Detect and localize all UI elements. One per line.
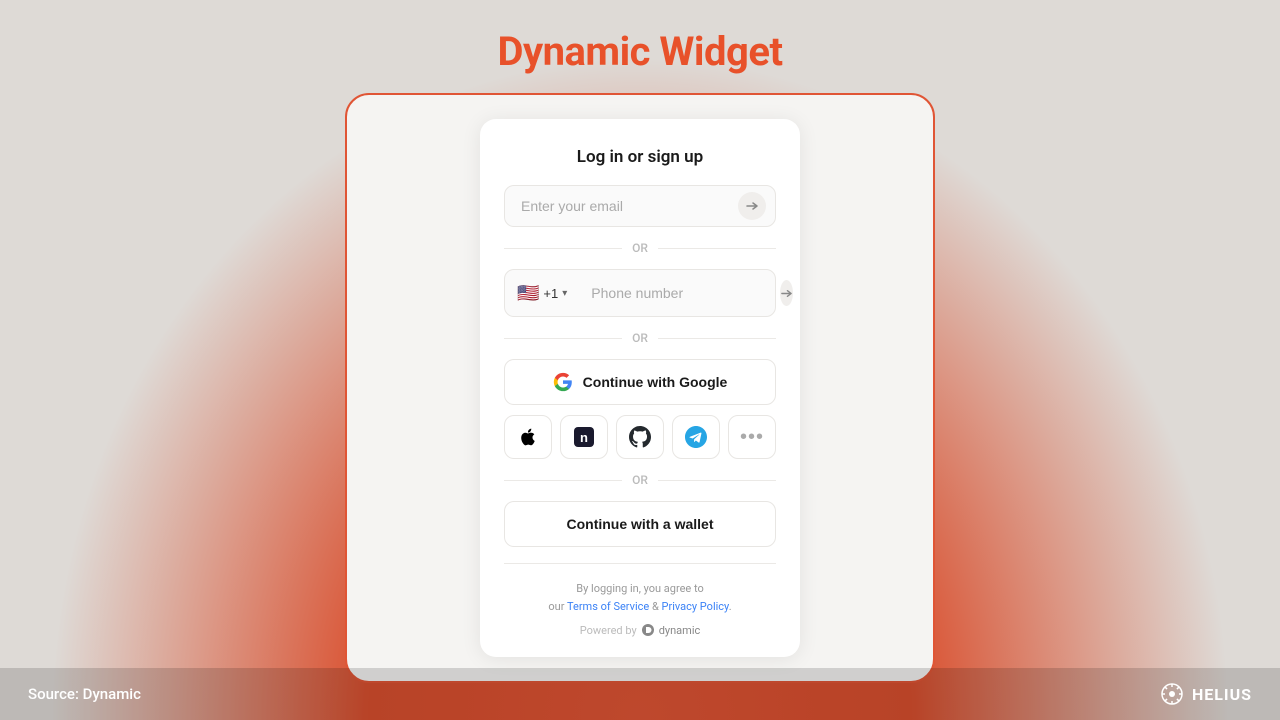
privacy-policy-link[interactable]: Privacy Policy xyxy=(662,600,729,613)
phone-input-row: 🇺🇸 +1 ▾ xyxy=(504,269,776,317)
github-signin-button[interactable] xyxy=(616,415,664,459)
helius-brand-name: HELIUS xyxy=(1192,685,1252,704)
footer-period: . xyxy=(729,600,732,613)
more-options-button[interactable]: ••• xyxy=(728,415,776,459)
or-divider-2: OR xyxy=(504,331,776,345)
wallet-signin-button[interactable]: Continue with a wallet xyxy=(504,501,776,547)
telegram-signin-button[interactable] xyxy=(672,415,720,459)
or-label-1: OR xyxy=(632,241,648,255)
modal-heading: Log in or sign up xyxy=(504,147,776,167)
modal-footer: By logging in, you agree to our Terms of… xyxy=(504,563,776,637)
powered-label: Powered by xyxy=(580,624,637,637)
phone-submit-button[interactable] xyxy=(780,280,793,306)
chevron-down-icon: ▾ xyxy=(562,288,567,299)
github-icon xyxy=(629,426,651,448)
wallet-btn-label: Continue with a wallet xyxy=(566,516,713,532)
bottom-bar: Source: Dynamic HELIUS xyxy=(0,668,1280,720)
or-line-right-3 xyxy=(658,480,776,481)
arrow-right-icon xyxy=(745,199,759,213)
social-icons-row: n ••• xyxy=(504,415,776,459)
google-btn-label: Continue with Google xyxy=(583,374,728,390)
notifi-icon: n xyxy=(574,427,594,447)
email-input[interactable] xyxy=(504,185,776,227)
login-modal: Log in or sign up OR 🇺🇸 +1 ▾ xyxy=(480,119,800,657)
or-line-right xyxy=(658,248,776,249)
email-submit-button[interactable] xyxy=(738,192,766,220)
or-label-2: OR xyxy=(632,331,648,345)
dynamic-logo-icon xyxy=(641,623,655,637)
country-selector[interactable]: 🇺🇸 +1 ▾ xyxy=(517,283,567,304)
footer-agreement-text: By logging in, you agree to our Terms of… xyxy=(504,580,776,615)
google-icon xyxy=(553,372,573,392)
apple-signin-button[interactable] xyxy=(504,415,552,459)
or-line-right-2 xyxy=(658,338,776,339)
dynamic-brand-name: dynamic xyxy=(659,624,701,637)
outer-card: Log in or sign up OR 🇺🇸 +1 ▾ xyxy=(345,93,935,683)
google-signin-button[interactable]: Continue with Google xyxy=(504,359,776,405)
source-label: Source: Dynamic xyxy=(28,685,141,703)
more-dots-icon: ••• xyxy=(740,426,764,449)
footer-text-1: By logging in, you agree to xyxy=(576,582,704,595)
dynamic-logo: dynamic xyxy=(641,623,701,637)
or-divider-1: OR xyxy=(504,241,776,255)
flag-emoji: 🇺🇸 xyxy=(517,283,539,304)
or-line-left-3 xyxy=(504,480,622,481)
or-label-3: OR xyxy=(632,473,648,487)
phone-input[interactable] xyxy=(591,285,772,301)
or-divider-3: OR xyxy=(504,473,776,487)
powered-by-row: Powered by dynamic xyxy=(504,623,776,637)
helius-logo: HELIUS xyxy=(1160,682,1252,706)
email-input-wrap xyxy=(504,185,776,227)
arrow-right-icon-phone xyxy=(780,287,793,300)
footer-text-2: our xyxy=(548,600,564,613)
country-code: +1 xyxy=(543,286,558,301)
terms-of-service-link[interactable]: Terms of Service xyxy=(567,600,649,613)
notifi-signin-button[interactable]: n xyxy=(560,415,608,459)
telegram-icon xyxy=(685,426,707,448)
page-title: Dynamic Widget xyxy=(0,0,1280,75)
footer-amp-sym: & xyxy=(652,600,659,613)
helius-logo-icon xyxy=(1160,682,1184,706)
or-line-left-2 xyxy=(504,338,622,339)
or-line-left xyxy=(504,248,622,249)
apple-icon xyxy=(518,427,538,447)
